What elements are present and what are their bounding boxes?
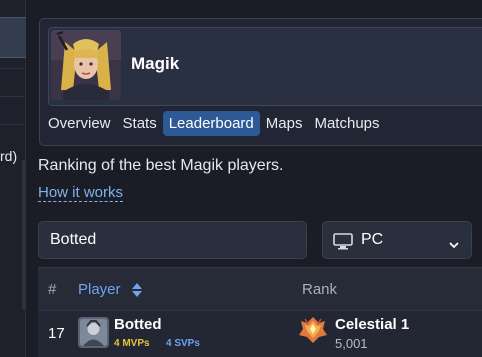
tab-matchups[interactable]: Matchups: [308, 111, 385, 136]
how-it-works-link[interactable]: How it works: [38, 184, 124, 202]
rank-name: Celestial 1: [335, 316, 410, 333]
table-row[interactable]: 17 Botted 4 MVPs 4 SVPs Celestial 1 5,00…: [38, 312, 482, 357]
hero-tabs: Overview Stats Leaderboard Maps Matchups: [42, 111, 386, 136]
platform-selected-label: PC: [361, 231, 384, 248]
tab-stats[interactable]: Stats: [117, 111, 163, 136]
player-avatar: [78, 317, 109, 348]
column-header-position: #: [48, 281, 57, 298]
magik-portrait-icon: [51, 30, 121, 100]
hero-header: Magik: [48, 27, 482, 106]
tab-overview[interactable]: Overview: [42, 111, 117, 136]
row-position: 17: [48, 325, 65, 342]
column-header-rank: Rank: [302, 281, 338, 298]
player-search-input[interactable]: Botted: [38, 221, 307, 259]
sidebar-divider: [0, 96, 26, 97]
column-header-player[interactable]: Player: [78, 281, 121, 298]
tab-maps[interactable]: Maps: [260, 111, 309, 136]
platform-select[interactable]: PC: [322, 221, 472, 259]
tab-leaderboard[interactable]: Leaderboard: [162, 111, 260, 136]
svp-count: 4 SVPs: [166, 338, 200, 349]
monitor-icon: [333, 233, 353, 255]
leaderboard-table: # Player Rank 17 Botted 4 MVPs 4 SVPs Ce…: [38, 267, 482, 357]
sort-icon[interactable]: [130, 282, 144, 303]
celestial-rank-icon: [297, 315, 329, 350]
sidebar-scrollbar[interactable]: [22, 160, 26, 310]
rank-score: 5,001: [335, 336, 368, 351]
leaderboard-description: Ranking of the best Magik players.: [38, 157, 284, 174]
sidebar-divider: [0, 68, 26, 69]
sidebar-active-item[interactable]: [0, 17, 26, 58]
hero-name: Magik: [131, 54, 180, 73]
chevron-down-icon: [449, 236, 459, 254]
hero-card: Magik Overview Stats Leaderboard Maps Ma…: [39, 18, 482, 146]
sidebar-text-fragment: rd): [0, 148, 18, 164]
mvp-count: 4 MVPs: [114, 338, 150, 349]
player-name[interactable]: Botted: [114, 316, 162, 333]
table-header: # Player Rank: [38, 268, 482, 311]
sidebar-divider: [0, 124, 26, 125]
left-sidebar: rd): [0, 0, 26, 357]
